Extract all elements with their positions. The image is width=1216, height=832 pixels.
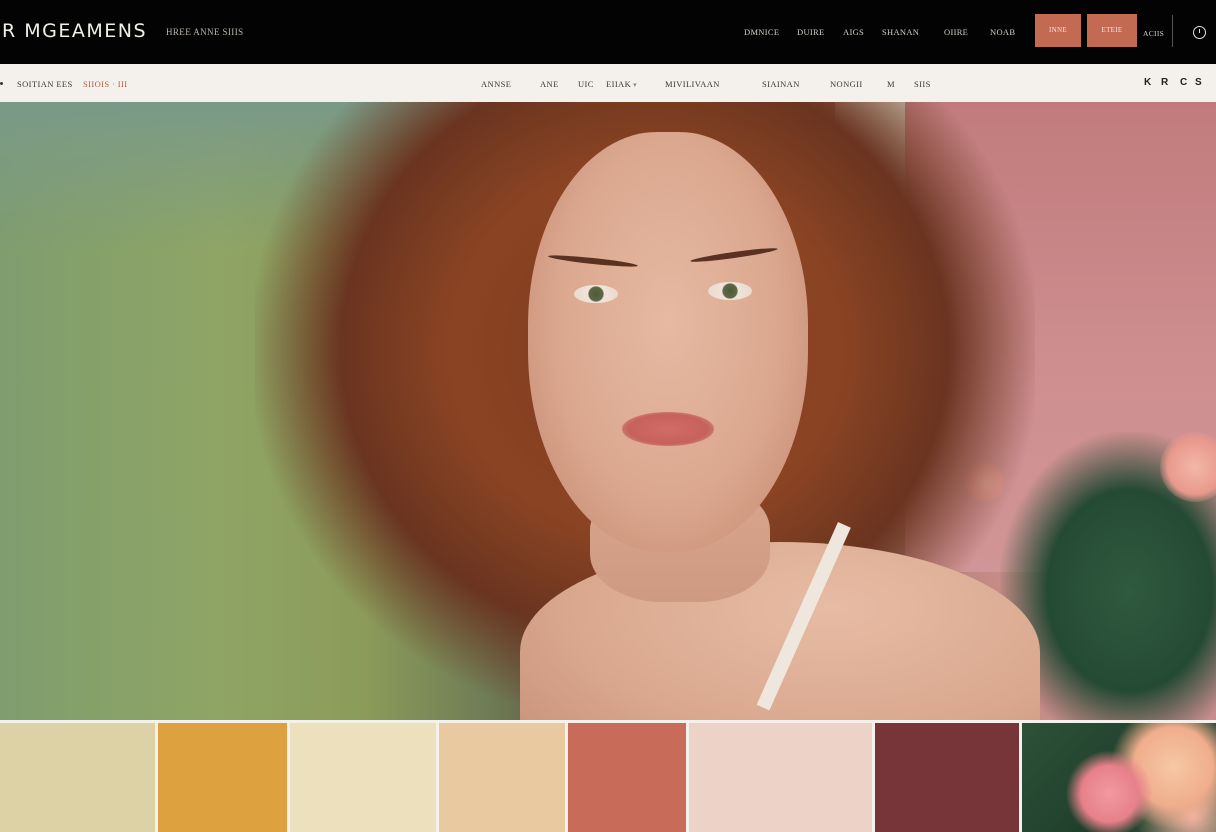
color-swatch-2[interactable] bbox=[158, 723, 287, 832]
tool-icon-k[interactable]: K bbox=[1144, 77, 1151, 88]
tool-icon-c[interactable]: C bbox=[1180, 77, 1187, 88]
brand-tagline: HREE ANNE SIIIS bbox=[166, 27, 244, 37]
subnav-item-8[interactable]: M bbox=[887, 79, 895, 89]
color-swatch-6[interactable] bbox=[689, 723, 872, 832]
subnav-item-5[interactable]: MIVILIVAAN bbox=[665, 79, 720, 89]
subnav-left-label[interactable]: SOITIAN EES bbox=[17, 79, 73, 89]
floral-photo-swatch[interactable] bbox=[1022, 723, 1216, 832]
subnav-item-1[interactable]: ANNSE bbox=[481, 79, 511, 89]
color-swatch-1[interactable] bbox=[0, 723, 155, 832]
chevron-down-icon: ▾ bbox=[633, 81, 638, 89]
hero-portrait-image bbox=[0, 102, 1216, 720]
nav-link-5[interactable]: OIIRE bbox=[944, 27, 968, 37]
bullet-icon bbox=[0, 82, 3, 85]
account-link[interactable]: ACIIS bbox=[1143, 29, 1164, 38]
tool-icon-s[interactable]: S bbox=[1195, 77, 1202, 88]
subnav-item-6[interactable]: SIAINAN bbox=[762, 79, 800, 89]
face bbox=[528, 132, 808, 552]
nav-link-6[interactable]: NOAB bbox=[990, 27, 1015, 37]
color-swatch-7[interactable] bbox=[875, 723, 1019, 832]
color-swatch-3[interactable] bbox=[290, 723, 436, 832]
subnav-item-2[interactable]: ANE bbox=[540, 79, 559, 89]
subnav-item-3[interactable]: UIC bbox=[578, 79, 594, 89]
color-palette bbox=[0, 720, 1216, 832]
nav-link-1[interactable]: DMNICE bbox=[744, 27, 779, 37]
clock-icon[interactable] bbox=[1193, 26, 1206, 39]
subnav-dropdown-label: EIIAK bbox=[606, 79, 632, 89]
eye bbox=[574, 285, 618, 303]
secondary-button[interactable]: ETEIE bbox=[1087, 14, 1137, 47]
lips bbox=[622, 412, 714, 446]
nav-link-3[interactable]: AIGS bbox=[843, 27, 864, 37]
tool-icon-r[interactable]: R bbox=[1161, 77, 1168, 88]
primary-button[interactable]: INNE bbox=[1035, 14, 1081, 47]
nav-link-2[interactable]: DUIRE bbox=[797, 27, 824, 37]
color-swatch-5[interactable] bbox=[568, 723, 686, 832]
brand-logo[interactable]: R MGEAMENS bbox=[2, 20, 147, 42]
header-divider bbox=[1172, 15, 1173, 47]
subnav-item-9[interactable]: SIIS bbox=[914, 79, 931, 89]
color-swatch-4[interactable] bbox=[439, 723, 565, 832]
subnav-left-accent[interactable]: SIIOIS · III bbox=[83, 79, 127, 89]
nav-link-4[interactable]: SHANAN bbox=[882, 27, 919, 37]
subnav-dropdown[interactable]: EIIAK ▾ bbox=[606, 79, 637, 89]
eye bbox=[708, 282, 752, 300]
subnav-item-7[interactable]: NONGII bbox=[830, 79, 863, 89]
secondary-nav-bar: SOITIAN EES SIIOIS · III ANNSE ANE UIC E… bbox=[0, 64, 1216, 103]
top-bar: R MGEAMENS HREE ANNE SIIIS DMNICE DUIRE … bbox=[0, 0, 1216, 64]
